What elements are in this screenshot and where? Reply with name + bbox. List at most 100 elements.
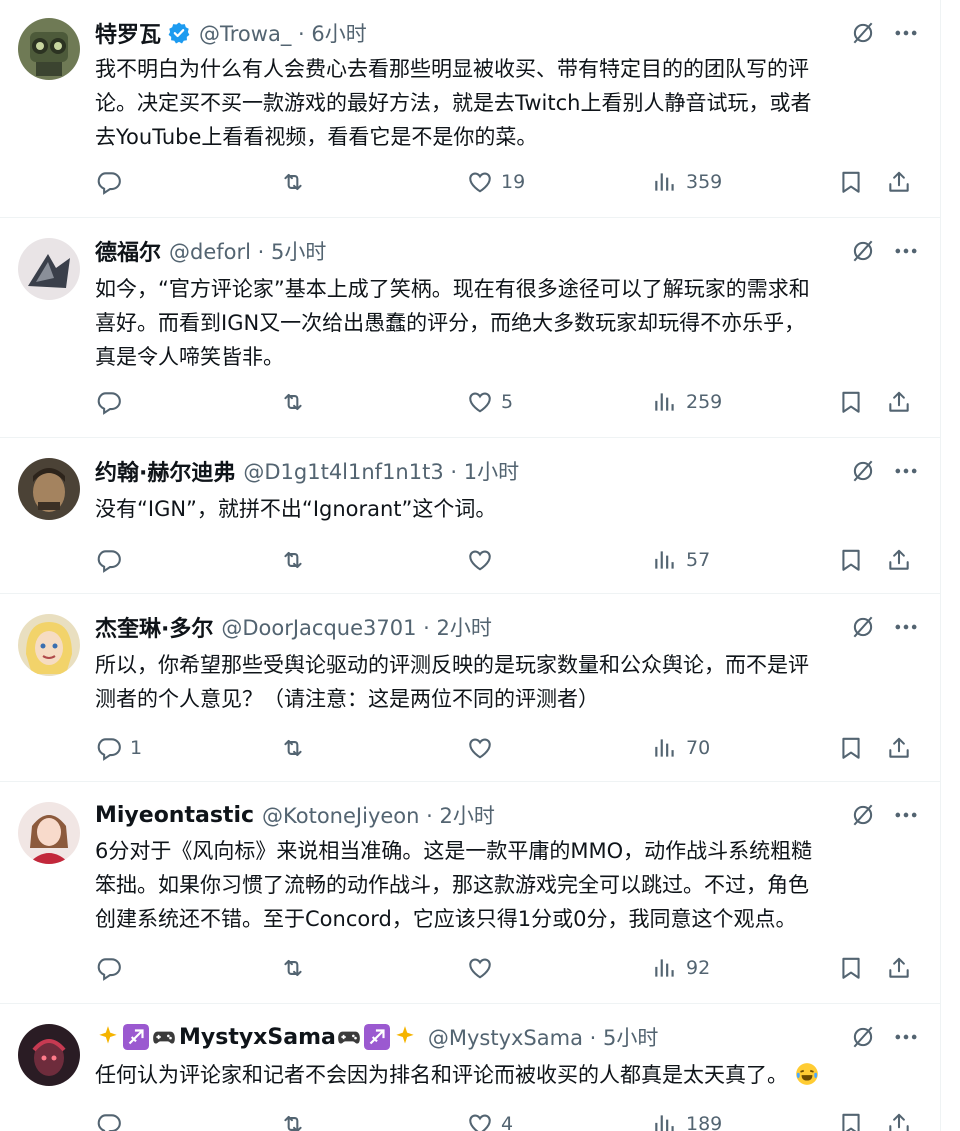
views-icon [652, 1111, 678, 1131]
author-handle[interactable]: @KotoneJiyeon · 2小时 [262, 800, 495, 830]
avatar[interactable] [18, 18, 80, 80]
views-button[interactable]: 92 [652, 948, 710, 988]
like-button[interactable]: 19 [467, 162, 525, 202]
tweet-feed: 特罗瓦 @Trowa_ · 6小时 我不明白为什么有人会费心去看那些明显被收买、… [0, 0, 941, 1131]
author-name[interactable]: Miyeontastic [95, 803, 254, 828]
like-button[interactable] [467, 948, 501, 988]
grok-icon[interactable] [850, 238, 876, 264]
action-bar: 92 [0, 948, 940, 988]
grok-icon[interactable] [850, 1024, 876, 1050]
retweet-icon [280, 1111, 306, 1131]
like-icon [467, 389, 493, 415]
retweet-button[interactable] [280, 382, 314, 422]
share-button[interactable] [886, 1104, 912, 1131]
like-button[interactable]: 5 [467, 382, 513, 422]
tweet[interactable]: 特罗瓦 @Trowa_ · 6小时 我不明白为什么有人会费心去看那些明显被收买、… [0, 0, 940, 218]
grok-icon[interactable] [850, 20, 876, 46]
more-icon[interactable] [892, 613, 920, 641]
share-button[interactable] [886, 540, 912, 580]
like-icon [467, 1111, 493, 1131]
tweet-text: 6分对于《风向标》来说相当准确。这是一款平庸的MMO，动作战斗系统粗糙 笨拙。如… [95, 839, 813, 931]
views-button[interactable]: 259 [652, 382, 722, 422]
author-handle[interactable]: @MystyxSama · 5小时 [428, 1022, 659, 1052]
share-button[interactable] [886, 728, 912, 768]
share-button[interactable] [886, 382, 912, 422]
grok-icon[interactable] [850, 614, 876, 640]
more-icon[interactable] [892, 237, 920, 265]
views-button[interactable]: 189 [652, 1104, 722, 1131]
reply-button[interactable]: 1 [96, 728, 142, 768]
more-icon[interactable] [892, 19, 920, 47]
share-icon [886, 1111, 912, 1131]
tweet-text: 我不明白为什么有人会费心去看那些明显被收买、带有特定目的的团队写的评 论。决定买… [95, 57, 812, 149]
bookmark-button[interactable] [838, 382, 864, 422]
author-name[interactable]: 特罗瓦 [95, 17, 161, 49]
grok-icon[interactable] [850, 802, 876, 828]
reply-icon [96, 735, 122, 761]
tweet[interactable]: Miyeontastic @KotoneJiyeon · 2小时 6分对于《风向… [0, 782, 940, 1004]
avatar[interactable] [18, 238, 80, 300]
share-icon [886, 169, 912, 195]
bookmark-button[interactable] [838, 728, 864, 768]
grok-icon[interactable] [850, 458, 876, 484]
reply-button[interactable] [96, 382, 130, 422]
retweet-button[interactable] [280, 162, 314, 202]
action-bar: 57 [0, 540, 940, 580]
tweet-header: 特罗瓦 @Trowa_ · 6小时 [95, 16, 920, 50]
reply-icon [96, 1111, 122, 1131]
tweet[interactable]: 杰奎琳·多尔 @DoorJacque3701 · 2小时 所以，你希望那些受舆论… [0, 594, 940, 782]
like-button[interactable] [467, 728, 501, 768]
reply-button[interactable] [96, 162, 130, 202]
author-name[interactable]: 德福尔 [95, 235, 161, 267]
sagittarius-icon [363, 1024, 390, 1050]
retweet-button[interactable] [280, 728, 314, 768]
views-icon [652, 735, 678, 761]
tweet-text-content: 任何认为评论家和记者不会因为排名和评论而被收买的人都真是太天真了。 [95, 1063, 788, 1087]
more-icon[interactable] [892, 801, 920, 829]
author-handle[interactable]: @DoorJacque3701 · 2小时 [221, 612, 492, 642]
avatar[interactable] [18, 614, 80, 676]
like-icon [467, 955, 493, 981]
retweet-button[interactable] [280, 1104, 314, 1131]
bookmark-icon [838, 735, 864, 761]
author-handle[interactable]: @Trowa_ · 6小时 [199, 18, 367, 48]
share-icon [886, 955, 912, 981]
action-bar: 4 189 [0, 1104, 940, 1131]
author-name[interactable]: MystyxSama [179, 1025, 336, 1050]
reply-button[interactable] [96, 948, 130, 988]
tweet[interactable]: 德福尔 @deforl · 5小时 如今，“官方评论家”基本上成了笑柄。现在有很… [0, 218, 940, 438]
tweet-text: 如今，“官方评论家”基本上成了笑柄。现在有很多途径可以了解玩家的需求和 喜好。而… [95, 277, 810, 369]
gamepad-icon [338, 1031, 360, 1044]
author-handle[interactable]: @deforl · 5小时 [169, 236, 326, 266]
author-name[interactable]: 约翰·赫尔迪弗 [95, 455, 235, 487]
more-icon[interactable] [892, 457, 920, 485]
views-button[interactable]: 70 [652, 728, 710, 768]
views-button[interactable]: 359 [652, 162, 722, 202]
bookmark-button[interactable] [838, 1104, 864, 1131]
tweet[interactable]: 约翰·赫尔迪弗 @D1g1t4l1nf1n1t3 · 1小时 没有“IGN”，就… [0, 438, 940, 594]
tweet-header: 杰奎琳·多尔 @DoorJacque3701 · 2小时 [95, 610, 920, 644]
share-button[interactable] [886, 162, 912, 202]
sparkles-icon [396, 1026, 414, 1044]
bookmark-button[interactable] [838, 540, 864, 580]
avatar[interactable] [18, 1024, 80, 1086]
tweet[interactable]: MystyxSama @MystyxSama · 5小时 任何认为评论家和记者不… [0, 1004, 940, 1131]
reply-button[interactable] [96, 1104, 130, 1131]
bookmark-button[interactable] [838, 948, 864, 988]
views-button[interactable]: 57 [652, 540, 710, 580]
retweet-icon [280, 389, 306, 415]
reply-button[interactable] [96, 540, 130, 580]
like-button[interactable] [467, 540, 501, 580]
like-button[interactable]: 4 [467, 1104, 513, 1131]
more-icon[interactable] [892, 1023, 920, 1051]
gamepad-icon [153, 1031, 175, 1044]
share-button[interactable] [886, 948, 912, 988]
retweet-button[interactable] [280, 948, 314, 988]
retweet-button[interactable] [280, 540, 314, 580]
action-bar: 5 259 [0, 382, 940, 422]
author-handle[interactable]: @D1g1t4l1nf1n1t3 · 1小时 [243, 456, 519, 486]
author-name[interactable]: 杰奎琳·多尔 [95, 611, 213, 643]
avatar[interactable] [18, 458, 80, 520]
bookmark-button[interactable] [838, 162, 864, 202]
avatar[interactable] [18, 802, 80, 864]
